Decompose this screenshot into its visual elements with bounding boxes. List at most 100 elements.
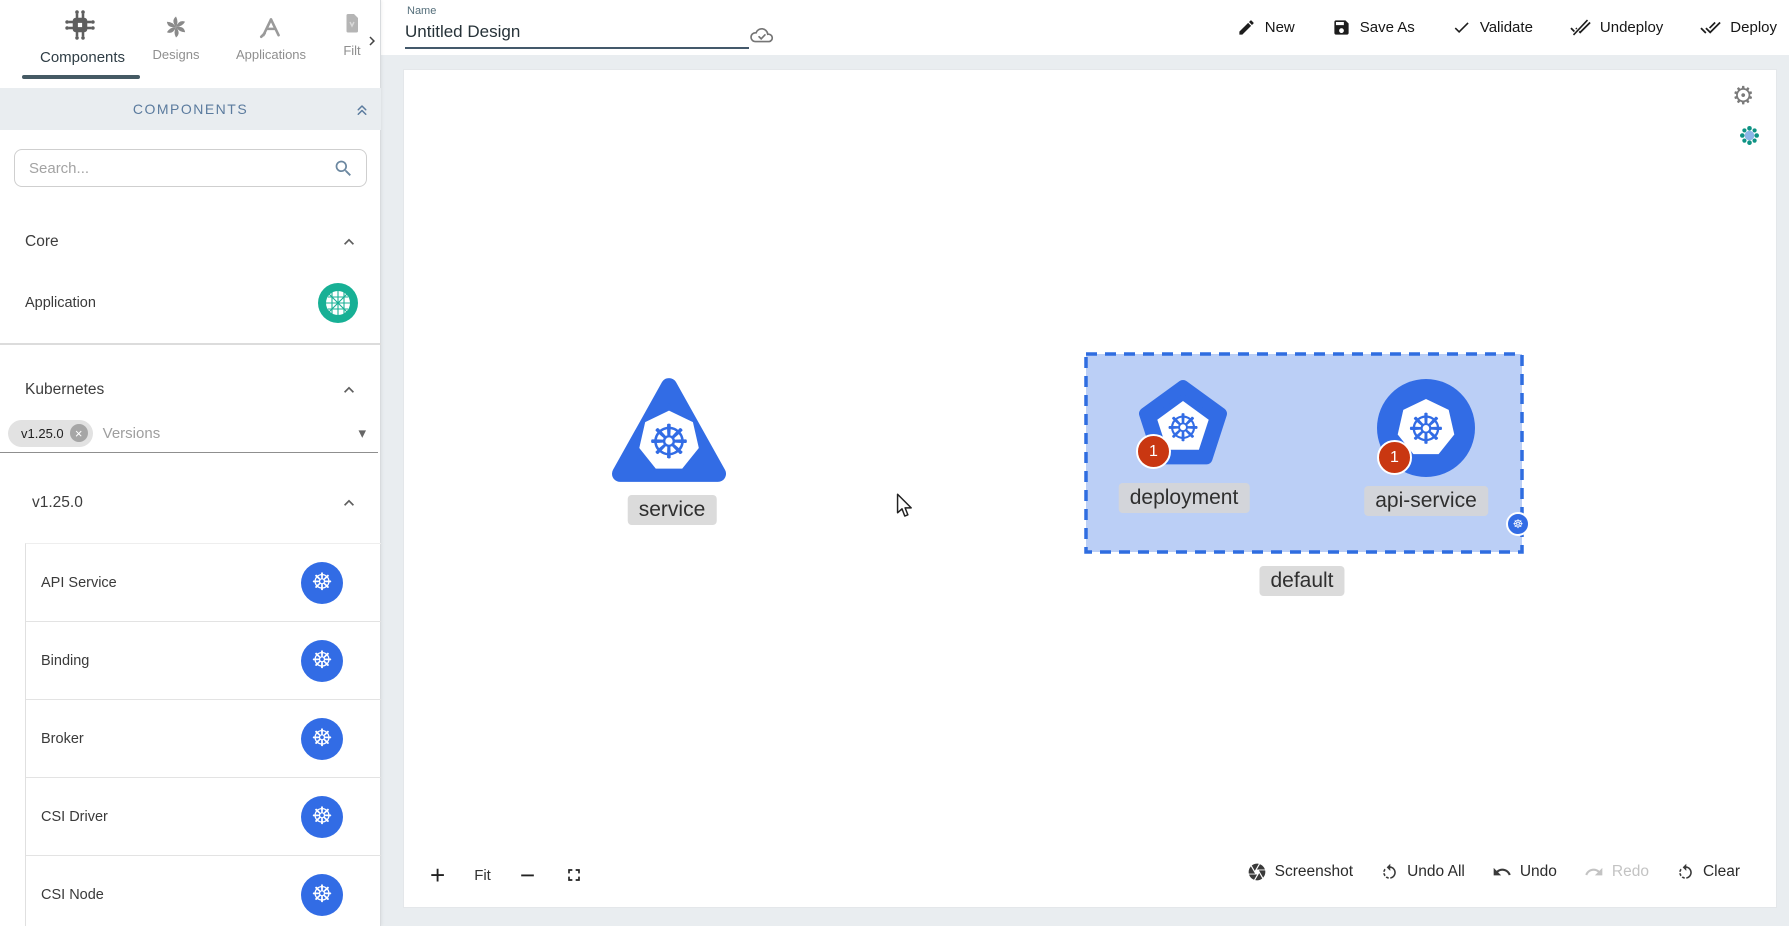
- chevron-up-icon[interactable]: [339, 493, 359, 513]
- redo-icon: [1584, 862, 1604, 882]
- undo-all-button[interactable]: Undo All: [1380, 863, 1465, 882]
- node-service[interactable]: ☸: [612, 374, 726, 486]
- hub-icon: [62, 6, 98, 44]
- undo-all-button-label: Undo All: [1407, 863, 1465, 881]
- list-item-csi-driver[interactable]: CSI Driver ☸: [26, 778, 381, 856]
- tab-designs-label: Designs: [146, 47, 206, 62]
- rotate-left-icon: [1676, 863, 1695, 882]
- kubernetes-icon: ☸: [301, 796, 343, 838]
- version-chip: v1.25.0 ×: [8, 420, 93, 447]
- zoom-out-button[interactable]: −: [520, 862, 535, 888]
- pencil-icon: [1237, 18, 1256, 37]
- action-buttons: New Save As Validate Undeploy: [1237, 0, 1777, 55]
- name-field-label: Name: [407, 5, 436, 17]
- kubernetes-cluster-icon[interactable]: [1738, 124, 1761, 147]
- section-kubernetes-title: Kubernetes: [25, 381, 104, 399]
- collapse-panel-icon[interactable]: [353, 100, 371, 118]
- list-item-label: Binding: [41, 653, 89, 669]
- tab-components[interactable]: Components: [40, 6, 120, 66]
- list-item-label: CSI Driver: [41, 809, 108, 825]
- gear-icon[interactable]: ⚙: [1732, 84, 1754, 109]
- tab-components-label: Components: [40, 49, 120, 66]
- section-divider: [0, 343, 381, 345]
- deployment-count-badge[interactable]: 1: [1136, 434, 1171, 469]
- list-item-binding[interactable]: Binding ☸: [26, 622, 381, 700]
- active-tab-indicator: [22, 75, 140, 79]
- kubernetes-icon: ☸: [301, 640, 343, 682]
- components-sidebar: Components Designs Applications: [0, 0, 381, 926]
- list-item-api-service[interactable]: API Service ☸: [26, 544, 381, 622]
- save-as-button[interactable]: Save As: [1332, 18, 1415, 37]
- app-builder-icon: [257, 12, 285, 42]
- validate-button-label: Validate: [1480, 19, 1533, 36]
- file-icon: [340, 8, 364, 38]
- screenshot-button[interactable]: Screenshot: [1247, 862, 1353, 882]
- tab-applications[interactable]: Applications: [231, 12, 311, 62]
- design-toolbar: Name New Save As Validate: [381, 0, 1789, 55]
- kubernetes-icon: ☸: [301, 874, 343, 916]
- name-field-underline: [405, 47, 749, 49]
- redo-button-label: Redo: [1612, 863, 1649, 881]
- versions-select[interactable]: v1.25.0 × Versions ▾: [8, 414, 374, 452]
- panel-title: COMPONENTS: [133, 101, 248, 117]
- undo-button-label: Undo: [1520, 863, 1557, 881]
- double-check-icon: [1700, 17, 1721, 38]
- list-item-label: API Service: [41, 575, 117, 591]
- zoom-in-button[interactable]: +: [430, 862, 445, 888]
- shutter-icon: [1247, 862, 1267, 882]
- screenshot-button-label: Screenshot: [1275, 863, 1353, 881]
- new-button[interactable]: New: [1237, 18, 1295, 37]
- sidebar-item-application[interactable]: Application: [0, 282, 381, 324]
- fit-button[interactable]: Fit: [474, 867, 491, 884]
- list-item-broker[interactable]: Broker ☸: [26, 700, 381, 778]
- check-icon: [1452, 18, 1471, 37]
- save-icon: [1332, 18, 1351, 37]
- search-input[interactable]: [15, 160, 333, 177]
- components-panel-header: COMPONENTS: [0, 88, 381, 130]
- undo-button[interactable]: Undo: [1492, 862, 1557, 882]
- double-check-crossed-icon: [1570, 17, 1591, 38]
- section-version-header[interactable]: v1.25.0: [0, 485, 381, 521]
- node-label-deployment[interactable]: deployment: [1119, 483, 1250, 513]
- rotate-left-icon: [1380, 863, 1399, 882]
- version-chip-label: v1.25.0: [21, 426, 64, 441]
- chevron-up-icon[interactable]: [339, 232, 359, 252]
- node-label-service[interactable]: service: [628, 495, 717, 525]
- search-icon[interactable]: [333, 158, 354, 179]
- undo-icon: [1492, 862, 1512, 882]
- chevron-up-icon[interactable]: [339, 380, 359, 400]
- list-item-csi-node[interactable]: CSI Node ☸: [26, 856, 381, 926]
- group-label-default[interactable]: default: [1259, 566, 1344, 596]
- design-name-input[interactable]: [405, 22, 745, 42]
- mesh-sphere-icon: [317, 282, 359, 324]
- caret-down-icon[interactable]: ▾: [358, 426, 366, 441]
- kubernetes-icon: ☸: [1166, 406, 1200, 450]
- section-version-title: v1.25.0: [32, 494, 83, 512]
- kubernetes-icon: ☸: [301, 718, 343, 760]
- validate-button[interactable]: Validate: [1452, 18, 1533, 37]
- component-list: API Service ☸ Binding ☸ Broker ☸ CSI Dri…: [25, 543, 381, 926]
- redo-button[interactable]: Redo: [1584, 862, 1649, 882]
- kubernetes-icon: ☸: [648, 416, 690, 470]
- undeploy-button[interactable]: Undeploy: [1570, 17, 1663, 38]
- section-kubernetes-header[interactable]: Kubernetes: [0, 372, 381, 408]
- chip-close-icon[interactable]: ×: [70, 424, 88, 442]
- node-label-api-service[interactable]: api-service: [1364, 486, 1488, 516]
- kubernetes-icon: ☸: [1407, 405, 1445, 454]
- kubernetes-icon: ☸: [301, 562, 343, 604]
- fullscreen-icon[interactable]: [564, 865, 584, 885]
- clear-button[interactable]: Clear: [1676, 863, 1740, 882]
- deploy-button[interactable]: Deploy: [1700, 17, 1777, 38]
- new-button-label: New: [1265, 19, 1295, 36]
- tab-designs[interactable]: Designs: [146, 12, 206, 62]
- component-search: [14, 149, 367, 187]
- clear-button-label: Clear: [1703, 863, 1740, 881]
- mouse-cursor: [896, 493, 914, 519]
- tabs-scroll-right-icon[interactable]: [363, 32, 381, 50]
- save-as-button-label: Save As: [1360, 19, 1415, 36]
- list-item-label: CSI Node: [41, 887, 104, 903]
- zoom-controls: + Fit −: [430, 862, 584, 888]
- api-service-count-badge[interactable]: 1: [1377, 440, 1412, 475]
- section-core-header[interactable]: Core: [0, 224, 381, 260]
- group-kubernetes-badge-icon[interactable]: ☸: [1506, 512, 1530, 536]
